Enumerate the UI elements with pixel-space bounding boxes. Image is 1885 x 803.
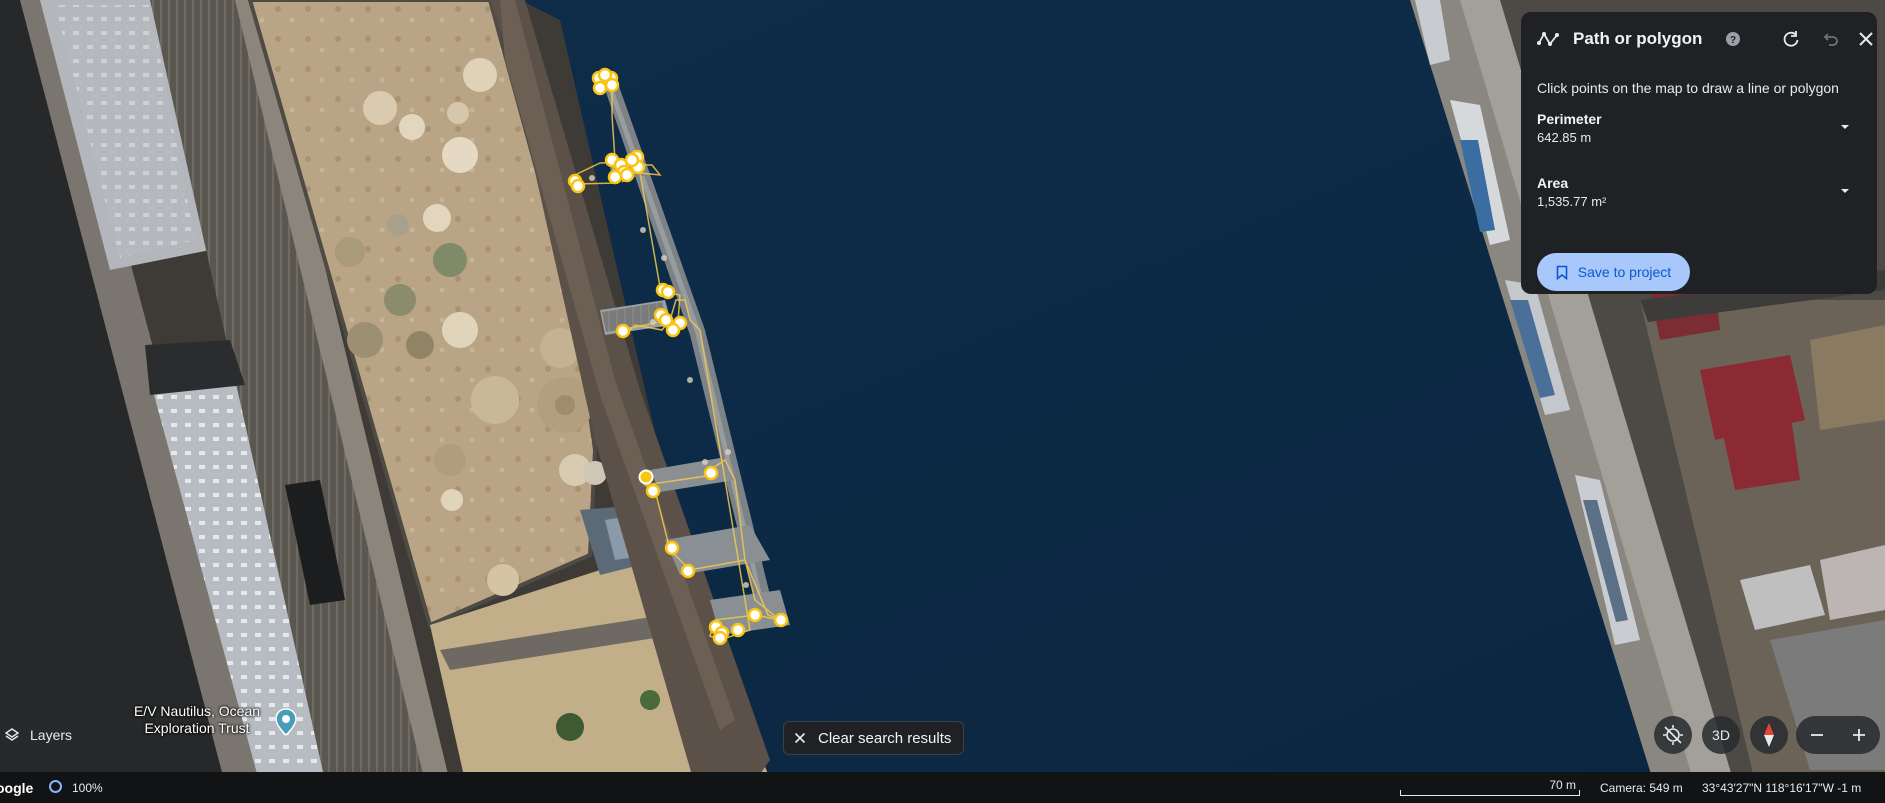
compass-icon[interactable] <box>1750 716 1788 754</box>
area-value: 1,535.77 m² <box>1537 194 1607 209</box>
loading-ring-icon <box>49 780 62 793</box>
perimeter-label: Perimeter <box>1537 111 1602 127</box>
map-viewport[interactable]: E/V Nautilus, Ocean Exploration Trust Pa… <box>0 0 1885 803</box>
area-row[interactable]: Area 1,535.77 m² <box>1537 173 1859 215</box>
panel-hint: Click points on the map to draw a line o… <box>1537 80 1839 96</box>
load-percent: 100% <box>72 781 103 795</box>
status-bar: oogle 100% 70 m Camera: 549 m 33°43'27"N… <box>0 772 1885 803</box>
close-small-icon <box>794 732 806 744</box>
poi-label-line1: E/V Nautilus, Ocean <box>133 703 261 719</box>
panel-header: Path or polygon ? <box>1537 26 1873 52</box>
3d-toggle-button[interactable]: 3D <box>1702 716 1740 754</box>
scale-bar-line <box>1400 790 1580 796</box>
panel-title: Path or polygon <box>1573 29 1703 48</box>
help-icon[interactable]: ? <box>1720 26 1746 52</box>
svg-text:?: ? <box>1730 35 1736 46</box>
clear-search-results-label: Clear search results <box>818 729 952 747</box>
measure-panel: Path or polygon ? Click points on the ma… <box>1521 12 1877 294</box>
undo-icon[interactable] <box>1818 26 1844 52</box>
zoom-controls <box>1796 716 1880 754</box>
no-gps-icon[interactable] <box>1654 716 1692 754</box>
clear-search-results-button[interactable]: Clear search results <box>783 721 964 755</box>
camera-altitude: Camera: 549 m <box>1600 781 1683 795</box>
google-logo: oogle <box>0 780 34 796</box>
coordinates: 33°43'27"N 118°16'17"W <box>1702 781 1834 795</box>
zoom-in-icon[interactable] <box>1838 716 1880 754</box>
zoom-out-icon[interactable] <box>1796 716 1838 754</box>
location-pin-icon[interactable] <box>274 708 298 741</box>
chevron-down-icon[interactable] <box>1837 119 1853 135</box>
perimeter-value: 642.85 m <box>1537 130 1592 145</box>
path-icon <box>1537 31 1561 47</box>
3d-label: 3D <box>1712 727 1730 743</box>
poi-label[interactable]: E/V Nautilus, Ocean Exploration Trust <box>117 703 277 737</box>
redo-icon[interactable] <box>1778 26 1804 52</box>
layers-label: Layers <box>30 727 73 743</box>
save-to-project-button[interactable]: Save to project <box>1537 253 1690 291</box>
layers-button[interactable]: Layers <box>0 716 94 754</box>
coordinates-readout: 33°43'27"N 118°16'17"W -1 m <box>1702 781 1861 795</box>
scale-bar[interactable]: 70 m <box>1400 776 1580 796</box>
close-icon[interactable] <box>1853 26 1879 52</box>
elevation: -1 m <box>1837 781 1862 795</box>
bookmark-icon <box>1556 265 1568 280</box>
area-label: Area <box>1537 175 1569 191</box>
perimeter-row[interactable]: Perimeter 642.85 m <box>1537 109 1859 151</box>
layers-icon <box>4 727 20 743</box>
poi-label-line2: Exploration Trust <box>144 720 250 736</box>
save-to-project-label: Save to project <box>1577 264 1672 280</box>
chevron-down-icon[interactable] <box>1837 183 1853 199</box>
